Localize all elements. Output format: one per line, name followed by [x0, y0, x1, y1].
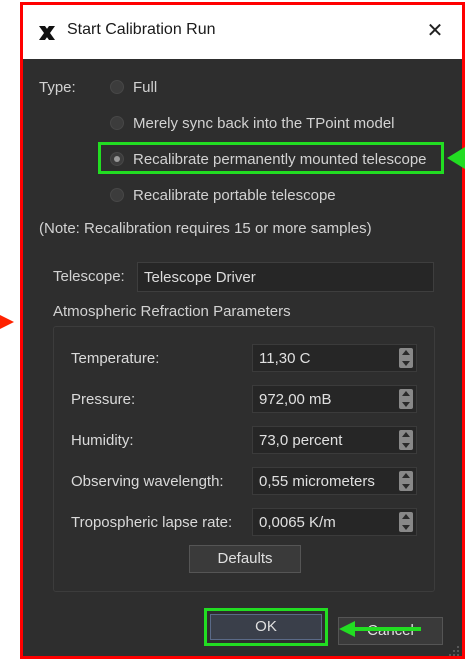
- dialog-title: Start Calibration Run: [67, 21, 216, 38]
- lapse-rate-label: Tropospheric lapse rate:: [71, 514, 233, 531]
- radio-recalibrate-portable[interactable]: [110, 188, 124, 202]
- temperature-spinbox[interactable]: 11,30 C: [252, 344, 417, 372]
- close-icon[interactable]: ✕: [420, 16, 450, 46]
- temperature-stepper-icon[interactable]: [399, 348, 413, 368]
- radio-recalibrate-portable-label[interactable]: Recalibrate portable telescope: [133, 187, 336, 204]
- wavelength-value: 0,55 micrometers: [259, 473, 375, 490]
- humidity-value: 73,0 percent: [259, 432, 343, 449]
- lapse-rate-value: 0,0065 K/m: [259, 514, 336, 531]
- pressure-label: Pressure:: [71, 391, 136, 408]
- pressure-value: 972,00 mB: [259, 391, 332, 408]
- pressure-spinbox[interactable]: 972,00 mB: [252, 385, 417, 413]
- telescope-label: Telescope:: [53, 268, 125, 285]
- radio-sync-tpoint-label[interactable]: Merely sync back into the TPoint model: [133, 115, 395, 132]
- atmo-group-title: Atmospheric Refraction Parameters: [53, 303, 291, 320]
- annotation-arrow-left: [0, 315, 14, 329]
- temperature-value: 11,30 C: [259, 350, 311, 367]
- telescope-field[interactable]: Telescope Driver: [137, 262, 434, 292]
- ok-button[interactable]: OK: [210, 614, 322, 640]
- humidity-label: Humidity:: [71, 432, 134, 449]
- radio-full[interactable]: [110, 80, 124, 94]
- pressure-stepper-icon[interactable]: [399, 389, 413, 409]
- lapse-rate-stepper-icon[interactable]: [399, 512, 413, 532]
- wavelength-spinbox[interactable]: 0,55 micrometers: [252, 467, 417, 495]
- app-logo-icon: [39, 26, 55, 40]
- wavelength-stepper-icon[interactable]: [399, 471, 413, 491]
- humidity-spinbox[interactable]: 73,0 percent: [252, 426, 417, 454]
- annotation-arrow-ok: [339, 621, 421, 637]
- annotation-arrow-right: [447, 147, 465, 169]
- dialog-content: Type: Full Merely sync back into the TPo…: [23, 59, 465, 659]
- radio-recalibrate-permanent[interactable]: [110, 152, 124, 166]
- recalibration-note: (Note: Recalibration requires 15 or more…: [39, 220, 372, 237]
- resize-grip-icon[interactable]: [448, 645, 460, 657]
- calibration-dialog: Start Calibration Run ✕ Type: Full Merel…: [20, 2, 465, 659]
- radio-recalibrate-permanent-label[interactable]: Recalibrate permanently mounted telescop…: [133, 151, 427, 168]
- title-bar: Start Calibration Run ✕: [23, 5, 462, 59]
- radio-sync-tpoint[interactable]: [110, 116, 124, 130]
- telescope-value: Telescope Driver: [144, 269, 256, 286]
- temperature-label: Temperature:: [71, 350, 160, 367]
- type-label: Type:: [39, 79, 76, 96]
- radio-full-label[interactable]: Full: [133, 79, 157, 96]
- humidity-stepper-icon[interactable]: [399, 430, 413, 450]
- wavelength-label: Observing wavelength:: [71, 473, 224, 490]
- lapse-rate-spinbox[interactable]: 0,0065 K/m: [252, 508, 417, 536]
- defaults-button[interactable]: Defaults: [189, 545, 301, 573]
